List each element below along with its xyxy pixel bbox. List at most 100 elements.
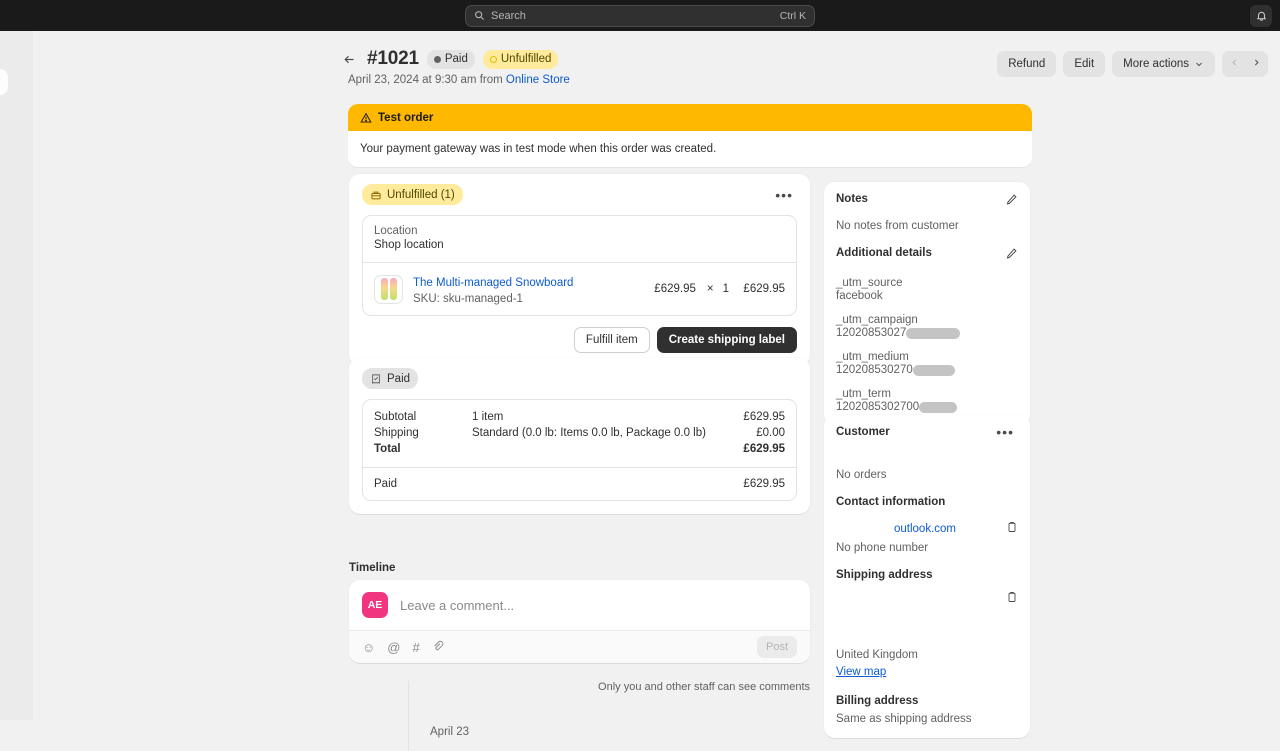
edit-additional-details-button[interactable] [1005, 247, 1018, 265]
utm-key: _utm_medium [836, 351, 909, 363]
line-total: £629.95 [743, 283, 785, 295]
order-detail-page: #1021 Paid Unfulfilled April 23, 2024 at… [33, 31, 1280, 751]
package-icon [371, 191, 381, 199]
hashtag-icon[interactable]: # [412, 640, 419, 655]
comment-input[interactable]: Leave a comment... [400, 598, 514, 613]
back-button[interactable] [339, 49, 359, 69]
utm-entries: _utm_source facebook _utm_campaign 12020853… [836, 277, 1018, 413]
totals-row-label: Total [374, 443, 401, 455]
arrow-left-icon [343, 55, 354, 63]
fulfillment-card-badge-label: Unfulfilled (1) [387, 188, 455, 201]
location-label: Location [374, 225, 418, 237]
fulfillment-more-button[interactable]: ••• [771, 188, 797, 202]
order-header: #1021 Paid Unfulfilled April 23, 2024 at… [343, 48, 1048, 86]
refund-button[interactable]: Refund [997, 51, 1057, 77]
utm-value-text: facebook [836, 290, 883, 302]
fulfillment-status-label: Unfulfilled [500, 53, 552, 65]
billing-address-text: Same as shipping address [836, 713, 972, 725]
billing-address-title: Billing address [836, 695, 919, 707]
payment-summary: Subtotal 1 item £629.95 Shipping Standard (0… [362, 399, 797, 501]
utm-value-text: 12020853027 [836, 327, 907, 339]
totals-row-amount: £629.95 [743, 443, 785, 455]
warning-triangle-icon [360, 112, 372, 123]
search-icon [475, 11, 485, 21]
header-actions: Refund Edit More actions [997, 51, 1268, 77]
totals-row-label: Shipping [374, 427, 419, 439]
totals-row-description: Standard (0.0 lb: Items 0.0 lb, Package … [472, 427, 706, 439]
next-order-button[interactable] [1246, 53, 1266, 75]
utm-key: _utm_source [836, 277, 903, 289]
utm-key: _utm_campaign [836, 314, 918, 326]
utm-key: _utm_term [836, 388, 891, 400]
customer-more-button[interactable]: ••• [992, 425, 1018, 439]
banner-title: Test order [378, 111, 434, 124]
product-title-link[interactable]: The Multi-managed Snowboard [413, 277, 573, 289]
timeline-heading: Timeline [349, 562, 396, 574]
copy-email-button[interactable] [1006, 520, 1018, 538]
sidebar-toggle-handle[interactable] [0, 69, 8, 95]
utm-value: 120208530270 [836, 364, 1018, 376]
post-comment-button[interactable]: Post [756, 636, 797, 658]
product-thumbnail[interactable] [374, 274, 403, 304]
top-bar: Search Ctrl K [0, 0, 1280, 31]
totals-row-amount: £629.95 [743, 411, 785, 423]
mention-icon[interactable]: @ [387, 640, 400, 655]
order-source-link[interactable]: Online Store [506, 74, 570, 86]
order-date: April 23, 2024 at 9:30 am from [348, 74, 506, 86]
utm-value: 1202085302700 [836, 401, 1018, 413]
fulfill-item-button[interactable]: Fulfill item [573, 327, 650, 353]
totals-row-description [472, 443, 743, 455]
paid-amount: £629.95 [743, 478, 785, 490]
pencil-icon [1006, 194, 1017, 205]
snowboard-shape-icon [380, 278, 388, 300]
totals-row: Shipping Standard (0.0 lb: Items 0.0 lb, … [374, 425, 785, 441]
order-meta: April 23, 2024 at 9:30 am from Online St… [348, 74, 1048, 86]
attachment-icon[interactable] [432, 640, 444, 655]
bell-icon [1256, 11, 1266, 21]
utm-value: 12020853027 [836, 327, 1018, 339]
banner-body: Your payment gateway was in test mode wh… [348, 131, 1032, 167]
edit-notes-button[interactable] [1005, 193, 1018, 211]
comment-toolbar: ☺ @ # Post [349, 630, 810, 663]
payment-card-badge-label: Paid [387, 372, 411, 385]
fulfillment-card: Unfulfilled (1) ••• Location Shop locati… [349, 174, 810, 366]
shipping-address-block: United Kingdom View map [836, 590, 1018, 680]
global-search-input[interactable]: Search Ctrl K [465, 4, 815, 27]
edit-button[interactable]: Edit [1063, 51, 1106, 77]
notifications-button[interactable] [1250, 5, 1272, 27]
redacted-block [919, 401, 958, 413]
paperclip-glyph [434, 640, 443, 650]
fulfillment-details: Location Shop location The Multi-managed… [362, 215, 797, 316]
notes-empty-text: No notes from customer [836, 220, 959, 232]
chevron-left-icon [1231, 59, 1236, 66]
emoji-icon[interactable]: ☺ [362, 640, 375, 655]
paid-row: Paid £629.95 [363, 467, 796, 500]
copy-shipping-address-button[interactable] [1006, 590, 1018, 608]
more-actions-label: More actions [1123, 58, 1189, 70]
fulfillment-status-badge: Unfulfilled [482, 49, 559, 69]
search-shortcut: Ctrl K [779, 9, 806, 22]
timeline-rail [408, 681, 409, 751]
notes-title: Notes [836, 193, 868, 205]
status-dot-icon [433, 55, 441, 63]
payment-status-label: Paid [444, 53, 468, 65]
additional-details-title: Additional details [836, 247, 932, 259]
previous-order-button[interactable] [1224, 53, 1244, 75]
payment-card: Paid Subtotal 1 item £629.95 Shipping Standa… [349, 358, 810, 514]
unit-price: £629.95 [654, 283, 696, 295]
view-map-link[interactable]: View map [836, 666, 886, 678]
create-shipping-label-button[interactable]: Create shipping label [656, 327, 797, 353]
redacted-block [906, 327, 961, 339]
timeline-date-group: April 23 [430, 726, 469, 738]
receipt-check-icon [372, 373, 380, 384]
more-actions-button[interactable]: More actions [1112, 51, 1215, 77]
paid-label: Paid [374, 478, 398, 490]
times-symbol: × [706, 283, 714, 295]
utm-value: facebook [836, 290, 1018, 302]
customer-email-link[interactable]: outlook.com [836, 523, 956, 535]
order-pager [1222, 51, 1268, 77]
chevron-down-icon [1196, 62, 1202, 67]
totals-row-label: Subtotal [374, 411, 417, 423]
comment-composer: AE Leave a comment... ☺ @ # Post [349, 580, 810, 663]
payment-status-badge: Paid [426, 49, 475, 69]
